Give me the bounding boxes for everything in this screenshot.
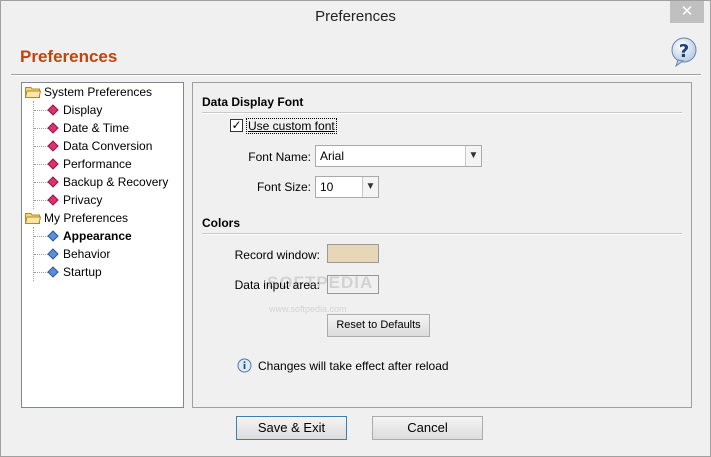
font-name-label: Font Name: bbox=[248, 150, 311, 164]
tree-item-date-time[interactable]: Date & Time bbox=[22, 119, 182, 137]
folder-open-icon bbox=[25, 87, 41, 98]
tree-item-label: Date & Time bbox=[63, 121, 130, 135]
window-title: Preferences bbox=[315, 8, 396, 25]
save-exit-button[interactable]: Save & Exit bbox=[236, 416, 347, 440]
chevron-down-icon[interactable]: ▼ bbox=[465, 146, 481, 166]
blue-diamond-icon bbox=[47, 230, 59, 242]
page-title: Preferences bbox=[20, 47, 118, 66]
folder-open-icon bbox=[25, 213, 41, 224]
pink-diamond-icon bbox=[47, 158, 59, 170]
cancel-button[interactable]: Cancel bbox=[372, 416, 483, 440]
pink-diamond-icon bbox=[47, 140, 59, 152]
use-custom-font-checkbox[interactable]: ✓ bbox=[230, 119, 243, 132]
use-custom-font-label[interactable]: Use custom font bbox=[246, 118, 337, 134]
chevron-down-icon[interactable]: ▼ bbox=[362, 177, 378, 197]
tree-item-startup[interactable]: Startup bbox=[22, 263, 182, 281]
tree-item-display[interactable]: Display bbox=[22, 101, 182, 119]
tree-item-label: Backup & Recovery bbox=[63, 175, 169, 189]
record-window-color-swatch[interactable] bbox=[327, 244, 379, 263]
reset-to-defaults-button[interactable]: Reset to Defaults bbox=[327, 314, 430, 337]
tree-group-label: System Preferences bbox=[44, 85, 153, 99]
tree-item-backup-recovery[interactable]: Backup & Recovery bbox=[22, 173, 182, 191]
font-size-value: 10 bbox=[320, 180, 334, 194]
font-size-select[interactable]: 10 ▼ bbox=[315, 176, 379, 198]
preferences-tree[interactable]: System Preferences Display Date & Time D… bbox=[21, 82, 184, 408]
tree-group-label: My Preferences bbox=[44, 211, 129, 225]
section-title-data-display-font: Data Display Font bbox=[202, 95, 304, 109]
pink-diamond-icon bbox=[47, 104, 59, 116]
section-divider bbox=[202, 233, 682, 235]
close-icon: ✕ bbox=[680, 3, 694, 20]
help-icon[interactable]: ? bbox=[668, 36, 700, 68]
tree-item-label: Appearance bbox=[63, 229, 132, 243]
blue-diamond-icon bbox=[47, 248, 59, 260]
tree-item-label: Startup bbox=[63, 265, 102, 279]
section-divider bbox=[202, 112, 682, 114]
tree-item-label: Display bbox=[63, 103, 103, 117]
section-title-colors: Colors bbox=[202, 216, 241, 230]
font-name-select[interactable]: Arial ▼ bbox=[315, 145, 482, 167]
tree-item-performance[interactable]: Performance bbox=[22, 155, 182, 173]
pink-diamond-icon bbox=[47, 122, 59, 134]
blue-diamond-icon bbox=[47, 266, 59, 278]
record-window-label: Record window: bbox=[234, 248, 320, 262]
title-bar[interactable]: Preferences ✕ bbox=[1, 1, 710, 32]
svg-text:?: ? bbox=[679, 41, 689, 62]
info-icon bbox=[237, 358, 252, 373]
preferences-window: Preferences ✕ Preferences ? System Prefe… bbox=[0, 0, 711, 457]
pink-diamond-icon bbox=[47, 176, 59, 188]
tree-item-label: Privacy bbox=[63, 193, 103, 207]
info-message: Changes will take effect after reload bbox=[258, 359, 449, 373]
font-name-value: Arial bbox=[320, 149, 345, 163]
tree-item-label: Performance bbox=[63, 157, 132, 171]
watermark-url: www.softpedia.com bbox=[269, 304, 347, 314]
font-size-label: Font Size: bbox=[256, 180, 311, 194]
tree-item-data-conversion[interactable]: Data Conversion bbox=[22, 137, 182, 155]
close-button[interactable]: ✕ bbox=[670, 1, 704, 23]
tree-group-my-preferences[interactable]: My Preferences bbox=[22, 209, 182, 227]
tree-group-system-preferences[interactable]: System Preferences bbox=[22, 83, 182, 101]
watermark: SOFTPEDIA bbox=[267, 273, 374, 292]
tree-item-privacy[interactable]: Privacy bbox=[22, 191, 182, 209]
tree-item-label: Behavior bbox=[63, 247, 111, 261]
tree-item-behavior[interactable]: Behavior bbox=[22, 245, 182, 263]
tree-item-label: Data Conversion bbox=[63, 139, 153, 153]
pink-diamond-icon bbox=[47, 194, 59, 206]
tree-item-appearance[interactable]: Appearance bbox=[22, 227, 182, 245]
header-divider bbox=[11, 74, 701, 76]
